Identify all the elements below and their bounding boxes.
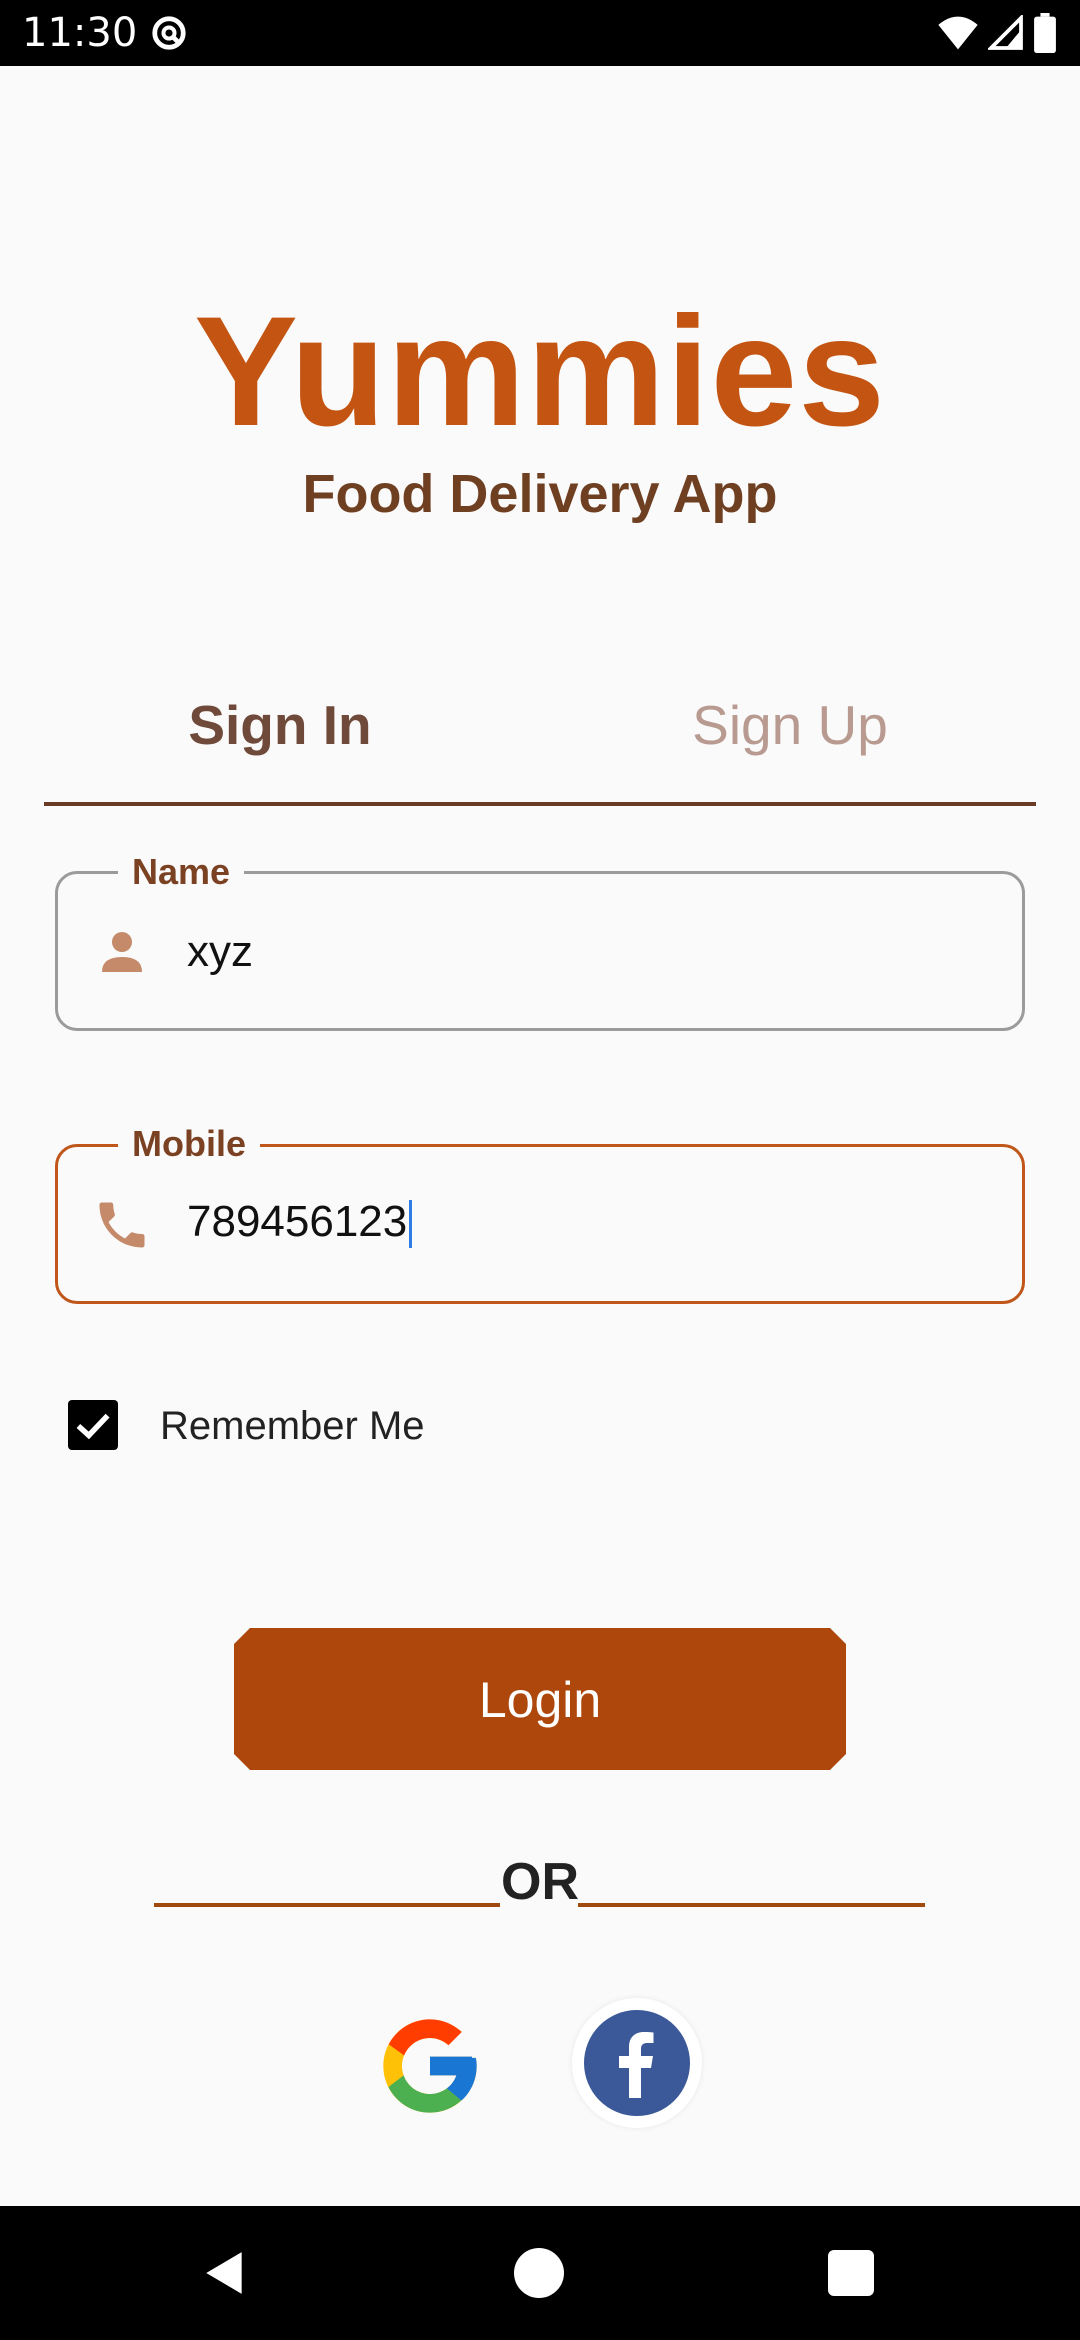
mobile-field-label: Mobile	[118, 1122, 260, 1166]
text-cursor	[409, 1200, 413, 1249]
check-icon	[76, 1413, 110, 1440]
name-input[interactable]	[187, 920, 987, 984]
divider-line-right	[578, 1903, 925, 1907]
facebook-button[interactable]	[572, 1998, 702, 2128]
tab-underline	[44, 802, 1036, 806]
facebook-icon	[584, 2010, 690, 2116]
app-title: Yummies	[193, 285, 886, 459]
status-icons	[938, 12, 1056, 54]
remember-me-checkbox[interactable]	[68, 1400, 118, 1450]
status-time: 11:30	[22, 10, 138, 56]
recents-icon[interactable]	[828, 2250, 874, 2296]
phone-icon	[99, 1202, 145, 1248]
app-subtitle: Food Delivery App	[302, 464, 778, 524]
home-icon[interactable]	[514, 2248, 564, 2298]
divider-line-left	[154, 1903, 500, 1907]
tab-sign-in[interactable]: Sign In	[80, 690, 480, 760]
or-divider-text: OR	[501, 1853, 579, 1911]
remember-me-label[interactable]: Remember Me	[160, 1398, 425, 1454]
person-icon	[102, 932, 142, 972]
wifi-icon	[938, 16, 978, 50]
name-field-label: Name	[118, 850, 245, 894]
google-icon[interactable]	[374, 2010, 486, 2122]
at-sign-icon	[152, 16, 186, 50]
mobile-input[interactable]: 789456123	[187, 1190, 413, 1254]
login-button[interactable]: Login	[234, 1628, 846, 1770]
back-icon[interactable]	[200, 2248, 250, 2298]
cellular-signal-icon	[988, 15, 1023, 50]
battery-icon	[1034, 13, 1056, 53]
tab-sign-up[interactable]: Sign Up	[590, 690, 990, 760]
mobile-input-value: 789456123	[187, 1197, 408, 1246]
facebook-f-glyph	[619, 2032, 654, 2098]
